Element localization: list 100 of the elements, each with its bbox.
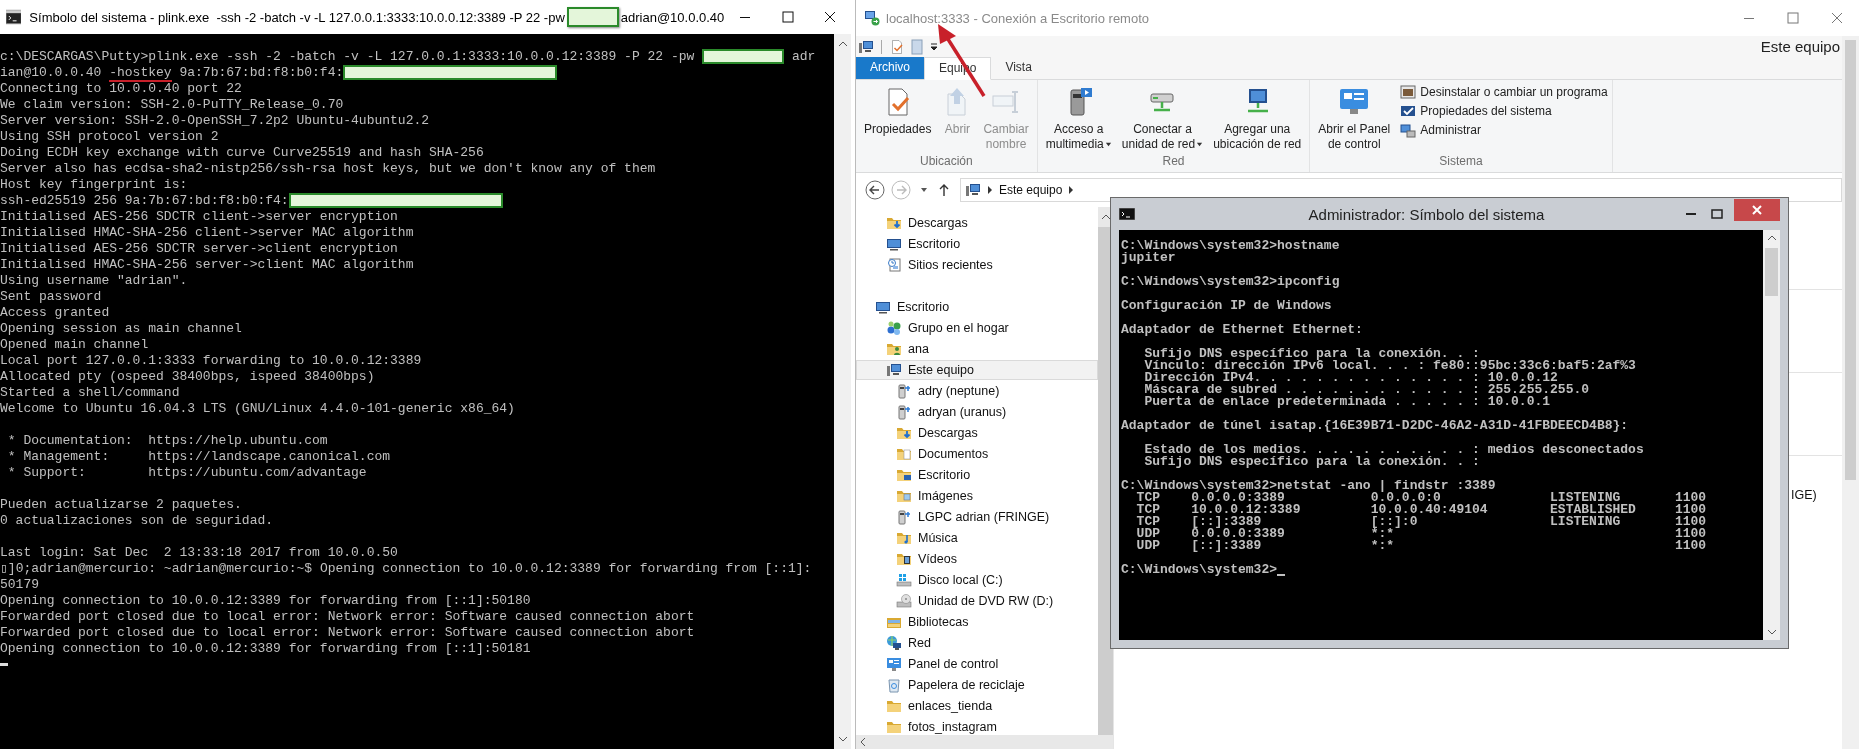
scroll-thumb[interactable] <box>1765 248 1778 296</box>
navigation-item[interactable]: Grupo en el hogar <box>856 318 1098 338</box>
scroll-down-icon <box>1766 628 1777 636</box>
terminal-line: Puerta de enlace predeterminada . . . . . : 10.0.0.1 <box>1143 396 1552 408</box>
terminal-line: Vínculo: dirección IPv6 local. . . : fe80::95bc:33c6:baf5:2af%3 <box>1143 360 1637 372</box>
computer-management-icon <box>1400 122 1417 138</box>
terminal-line: C:\Windows\system32>hostname <box>1121 240 1341 252</box>
terminal-line: Initialised AES-256 SDCTR client->server encryption <box>0 209 399 225</box>
close-icon <box>1751 204 1763 216</box>
ribbon-button[interactable]: Administrar <box>1400 122 1608 138</box>
navigation-item[interactable]: Escritorio <box>856 465 1098 485</box>
homegroup-icon <box>886 320 902 336</box>
terminal-line: Opening connection to 10.0.0.12:3389 for forwarding from [::1]:50181 <box>0 641 532 657</box>
maximize-icon <box>1787 12 1799 24</box>
checked-document-icon[interactable] <box>889 38 905 55</box>
scrollbar[interactable] <box>856 735 1113 749</box>
terminal-line: ▯]0;adrian@mercurio: ~adrian@mercurio:~$ Opening connection to 10.0.0.12:3389 for forwarding from [::1]: <box>0 561 813 577</box>
navigation-item[interactable]: Documentos <box>856 444 1098 464</box>
underlined-text: -hostkey <box>109 65 172 82</box>
recent-places-icon <box>886 257 902 273</box>
ribbon-button[interactable]: Agregar una ubicación de red <box>1209 84 1306 154</box>
navigation-item[interactable]: Música <box>856 528 1098 548</box>
navigation-item[interactable]: fotos_instagram <box>856 717 1098 737</box>
terminal-line: Connecting to 10.0.0.40 port 22 <box>0 81 243 97</box>
terminal-line: Server version: SSH-2.0-OpenSSH_7.2p2 Ubuntu-4ubuntu2.2 <box>0 113 431 129</box>
terminal-line: Welcome to Ubuntu 16.04.3 LTS (GNU/Linux 4.4.0-101-generic x86_64) <box>0 401 516 417</box>
network-globe-icon <box>886 635 902 651</box>
terminal-line: Configuración IP de Windows <box>1121 300 1333 312</box>
download-folder-icon <box>896 425 912 441</box>
close-button[interactable] <box>1734 199 1780 221</box>
maximize-icon <box>1711 208 1723 220</box>
ribbon-button[interactable]: Conectar a unidad de red <box>1117 84 1208 154</box>
hard-drive-icon <box>896 572 912 588</box>
scroll-down-icon <box>837 735 848 743</box>
scroll-left-icon <box>859 737 867 747</box>
ribbon-tab[interactable]: Vista <box>991 57 1046 79</box>
ribbon-tab[interactable]: Archivo <box>856 57 924 79</box>
terminal-line: We claim version: SSH-2.0-PuTTY_Release_0.70 <box>0 97 345 113</box>
navigation-item[interactable]: Unidad de DVD RW (D:) <box>856 591 1098 611</box>
ribbon-button[interactable]: Desinstalar o cambiar un programa <box>1400 84 1608 100</box>
terminal-text: c:\DESCARGAS\Putty>plink.exe -ssh -2 -batch -v -L 127.0.0.1:3333:10.0.0.12:3389 -P 22 -pw <box>0 49 696 64</box>
navigation-item[interactable]: Disco local (C:) <box>856 570 1098 590</box>
ribbon-button[interactable]: Acceso a multimedia <box>1041 84 1116 154</box>
navigation-item[interactable]: Este equipo <box>856 360 1098 380</box>
scrollbar[interactable] <box>1842 36 1859 749</box>
navigation-item[interactable]: Escritorio <box>856 297 1098 317</box>
scrollbar[interactable] <box>1763 230 1780 640</box>
download-folder-icon <box>886 215 902 231</box>
terminal-line: Started a shell/command <box>0 385 181 401</box>
navigation-item[interactable]: Descargas <box>856 423 1098 443</box>
pictures-folder-icon <box>896 488 912 504</box>
scroll-up-icon <box>837 40 848 48</box>
system-check-icon <box>1400 103 1417 119</box>
scroll-up-icon <box>1766 234 1777 242</box>
navigation-item[interactable]: Bibliotecas <box>856 612 1098 632</box>
navigation-item[interactable]: Papelera de reciclaje <box>856 675 1098 695</box>
scroll-thumb[interactable] <box>1845 40 1856 480</box>
terminal-line: 50179 <box>0 577 40 593</box>
computer-icon[interactable] <box>858 38 874 55</box>
navigation-item[interactable]: Escritorio <box>856 234 1098 254</box>
optical-drive-icon <box>896 593 912 609</box>
ribbon-button[interactable]: Abrir el Panel de control <box>1314 84 1395 154</box>
chevron-icon <box>1068 186 1075 194</box>
navigation-item[interactable]: Panel de control <box>856 654 1098 674</box>
terminal-line: Pueden actualizarse 2 paquetes. <box>0 497 243 513</box>
file-name: IGE) <box>1791 488 1817 502</box>
music-folder-icon <box>896 530 912 546</box>
program-window-icon <box>1400 84 1417 100</box>
navigation-item[interactable]: adryan (uranus) <box>856 402 1098 422</box>
terminal-line: Doing ECDH key exchange with curve Curve25519 and hash SHA-256 <box>0 145 485 161</box>
network-drive-icon <box>896 383 912 399</box>
caret-icon <box>920 186 928 194</box>
navigation-item[interactable]: Descargas <box>856 213 1098 233</box>
terminal-text: 9a:7b:67:bd:f8:b0:f4: <box>178 65 344 80</box>
terminal-line: Using SSH protocol version 2 <box>0 129 220 145</box>
ribbon-button[interactable]: Propiedades del sistema <box>1400 103 1608 119</box>
ribbon-button[interactable]: Propiedades <box>860 84 936 139</box>
navigation-item[interactable]: Vídeos <box>856 549 1098 569</box>
navigation-item[interactable]: adry (neptune) <box>856 381 1098 401</box>
terminal-line: 0 actualizaciones son de seguridad. <box>0 513 275 529</box>
navigation-item[interactable]: Sitios recientes <box>856 255 1098 275</box>
terminal-icon <box>6 9 22 25</box>
terminal-line: Sufijo DNS específico para la conexión. . : <box>1143 348 1480 360</box>
scrollbar[interactable] <box>834 34 851 749</box>
dropdown-icon[interactable] <box>929 41 939 52</box>
terminal-line: Local port 127.0.0.1:3333 forwarding to 10.0.0.12:3389 <box>0 353 423 369</box>
terminal-line: Initialised HMAC-SHA-256 client->server MAC algorithm <box>0 225 415 241</box>
navigation-item[interactable]: ana <box>856 339 1098 359</box>
close-icon <box>823 11 836 23</box>
back-button[interactable] <box>864 179 886 201</box>
terminal-line: Adaptador de túnel isatap.{16E39B71-D2DC-46A2-A31D-41FBDEECD4B8}: <box>1121 420 1630 432</box>
navigation-item[interactable]: enlaces_tienda <box>856 696 1098 716</box>
navigation-item[interactable]: Red <box>856 633 1098 653</box>
navigation-item[interactable]: Imágenes <box>856 486 1098 506</box>
terminal-line: Opened main channel <box>0 337 150 353</box>
navigation-item[interactable]: LGPC adrian (FRINGE) <box>856 507 1098 527</box>
chevron-icon <box>987 186 993 194</box>
terminal-line: C:\Windows\system32>netstat -ano | findstr :3389 <box>1121 480 1497 492</box>
scroll-up-icon <box>1100 213 1111 221</box>
window-title: adrian@10.0.0.40 <box>620 9 725 25</box>
